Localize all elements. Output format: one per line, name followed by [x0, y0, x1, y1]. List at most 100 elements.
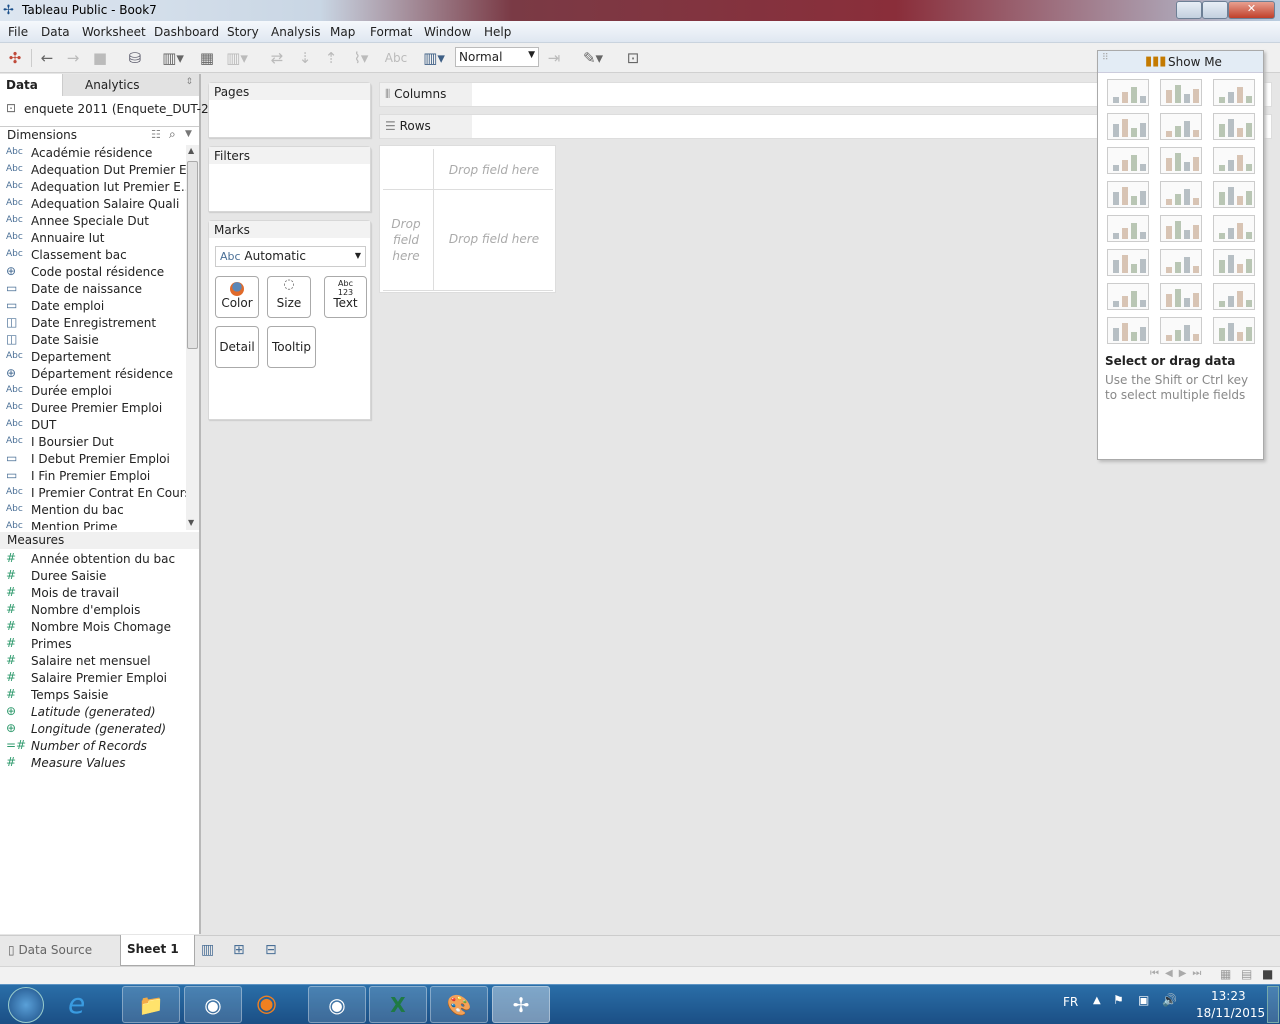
filters-card[interactable]: Filters [208, 146, 371, 212]
dimension-field[interactable]: ◫ Date Enregistrement [0, 315, 186, 332]
menu-map[interactable]: Map [330, 25, 355, 39]
dimension-field[interactable]: Abc Académie résidence [0, 145, 186, 162]
menu-help[interactable]: Help [484, 25, 511, 39]
language-indicator[interactable]: FR [1063, 995, 1078, 1009]
dual-lines-thumbnail[interactable] [1160, 215, 1202, 242]
gantt-thumbnail[interactable] [1107, 317, 1149, 344]
stacked-bars-thumbnail[interactable] [1160, 147, 1202, 174]
dimension-field[interactable]: Abc Classement bac [0, 247, 186, 264]
measure-field[interactable]: =# Number of Records [0, 738, 199, 755]
measure-field[interactable]: # Année obtention du bac [0, 551, 199, 568]
dimension-field[interactable]: Abc Adequation Salaire Quali [0, 196, 186, 213]
menu-dashboard[interactable]: Dashboard [154, 25, 219, 39]
bullet-graph-thumbnail[interactable] [1160, 317, 1202, 344]
tableau-taskbar-icon[interactable]: ✢ [492, 986, 550, 1023]
measure-field[interactable]: # Nombre d'emplois [0, 602, 199, 619]
area-discrete-thumbnail[interactable] [1160, 249, 1202, 276]
explorer-taskbar-icon[interactable]: 📁 [122, 986, 180, 1023]
fit-dropdown[interactable]: Normal ▼ [455, 47, 539, 67]
show-desktop-button[interactable] [1267, 986, 1279, 1023]
detail-button[interactable]: Detail [215, 326, 259, 368]
new-datasource-icon[interactable]: ⛁ [126, 49, 144, 67]
side-by-side-bars-thumbnail[interactable] [1213, 147, 1255, 174]
action-center-flag-icon[interactable]: ⚑ [1113, 993, 1124, 1007]
dimension-field[interactable]: Abc Annuaire Iut [0, 230, 186, 247]
paint-taskbar-icon[interactable]: 🎨 [430, 986, 488, 1023]
symbol-map-thumbnail[interactable] [1107, 113, 1149, 140]
volume-icon[interactable]: 🔊 [1162, 993, 1177, 1007]
measure-field[interactable]: # Salaire net mensuel [0, 653, 199, 670]
dimension-field[interactable]: Abc I Boursier Dut [0, 434, 186, 451]
sheet-navigation-icons[interactable]: ⏮◀▶⏭ [1150, 968, 1207, 979]
network-icon[interactable]: ▣ [1138, 993, 1149, 1007]
dimension-field[interactable]: Abc Mention Prime [0, 519, 186, 530]
scatter-plot-thumbnail[interactable] [1107, 283, 1149, 310]
tab-analytics[interactable]: Analytics ⇕ [62, 74, 199, 96]
show-me-chart-icon[interactable]: ▥▾ [418, 49, 450, 67]
box-whisker-thumbnail[interactable] [1213, 283, 1255, 310]
new-dashboard-icon[interactable]: ⊞ [233, 942, 245, 958]
measure-field[interactable]: # Nombre Mois Chomage [0, 619, 199, 636]
chevron-down-icon[interactable]: ▼ [185, 129, 192, 139]
highlight-table-thumbnail[interactable] [1213, 79, 1255, 106]
color-button[interactable]: Color [215, 276, 259, 318]
dual-combination-lines-thumbnail[interactable] [1213, 215, 1255, 242]
drag-handle-icon[interactable]: ⠿ [1102, 53, 1109, 63]
scroll-down-icon[interactable]: ▼ [188, 518, 194, 527]
dimension-field[interactable]: ▭ Date emploi [0, 298, 186, 315]
menu-file[interactable]: File [8, 25, 28, 39]
measure-field[interactable]: # Salaire Premier Emploi [0, 670, 199, 687]
firefox-icon[interactable]: ◉ [256, 989, 277, 1017]
menu-window[interactable]: Window [424, 25, 471, 39]
clock-date[interactable]: 18/11/2015 [1196, 1006, 1265, 1020]
dimension-field[interactable]: ⊕ Département résidence [0, 366, 186, 383]
dimension-field[interactable]: Abc Mention du bac [0, 502, 186, 519]
continuous-lines-thumbnail[interactable] [1107, 215, 1149, 242]
clock-time[interactable]: 13:23 [1211, 989, 1246, 1003]
pie-chart-thumbnail[interactable] [1213, 113, 1255, 140]
save-icon[interactable]: ■ [91, 49, 109, 67]
dual-combination-thumbnail[interactable] [1213, 249, 1255, 276]
pages-card[interactable]: Pages [208, 82, 371, 138]
text-button[interactable]: Abc 123 Text [324, 276, 367, 318]
measure-field[interactable]: # Measure Values [0, 755, 199, 772]
search-icon[interactable]: ⌕ [169, 127, 176, 142]
text-table-thumbnail[interactable] [1107, 79, 1149, 106]
packed-bubbles-thumbnail[interactable] [1213, 317, 1255, 344]
filmstrip-view-icon[interactable]: ▤ [1241, 967, 1252, 981]
new-story-icon[interactable]: ⊟ [265, 942, 277, 958]
tab-data[interactable]: Data [0, 74, 62, 96]
menu-data[interactable]: Data [41, 25, 70, 39]
dimension-field[interactable]: Abc Duree Premier Emploi [0, 400, 186, 417]
sort-ascending-icon[interactable]: ⇣ [296, 49, 314, 67]
dimension-field[interactable]: ▭ I Fin Premier Emploi [0, 468, 186, 485]
restore-button[interactable] [1202, 1, 1228, 19]
clear-sheet-icon[interactable]: ▥▾ [222, 49, 252, 67]
side-by-side-circles-thumbnail[interactable] [1213, 181, 1255, 208]
drop-zone-rows[interactable]: Drop field here [386, 216, 426, 264]
dimension-field[interactable]: Abc Departement [0, 349, 186, 366]
measure-field[interactable]: ⊕ Longitude (generated) [0, 721, 199, 738]
chrome-taskbar-icon-2[interactable]: ◉ [308, 986, 366, 1023]
dimension-field[interactable]: ◫ Date Saisie [0, 332, 186, 349]
scroll-up-icon[interactable]: ▲ [188, 146, 194, 155]
highlight-icon[interactable]: ✎▾ [578, 49, 608, 67]
chrome-taskbar-icon[interactable]: ◉ [184, 986, 242, 1023]
measure-field[interactable]: # Mois de travail [0, 585, 199, 602]
tableau-home-icon[interactable]: ✣ [6, 49, 24, 67]
circle-view-thumbnail[interactable] [1160, 181, 1202, 208]
dimension-field[interactable]: Abc DUT [0, 417, 186, 434]
dimension-field[interactable]: Abc Adequation Dut Premier E... [0, 162, 186, 179]
menu-format[interactable]: Format [370, 25, 412, 39]
heat-map-thumbnail[interactable] [1160, 79, 1202, 106]
sort-descending-icon[interactable]: ⇡ [322, 49, 340, 67]
show-labels-icon[interactable]: Abc [384, 49, 408, 67]
show-hidden-icons-icon[interactable]: ▲ [1093, 995, 1101, 1006]
group-icon[interactable]: ⌇▾ [346, 49, 376, 67]
tab-sheet-1[interactable]: Sheet 1 [120, 935, 195, 966]
new-worksheet-icon[interactable]: ▥▾ [158, 49, 188, 67]
swap-icon[interactable]: ⇄ [268, 49, 286, 67]
scrollbar-thumb[interactable] [187, 161, 198, 349]
menu-worksheet[interactable]: Worksheet [82, 25, 146, 39]
grid-view-icon[interactable]: ▦ [1220, 967, 1231, 981]
